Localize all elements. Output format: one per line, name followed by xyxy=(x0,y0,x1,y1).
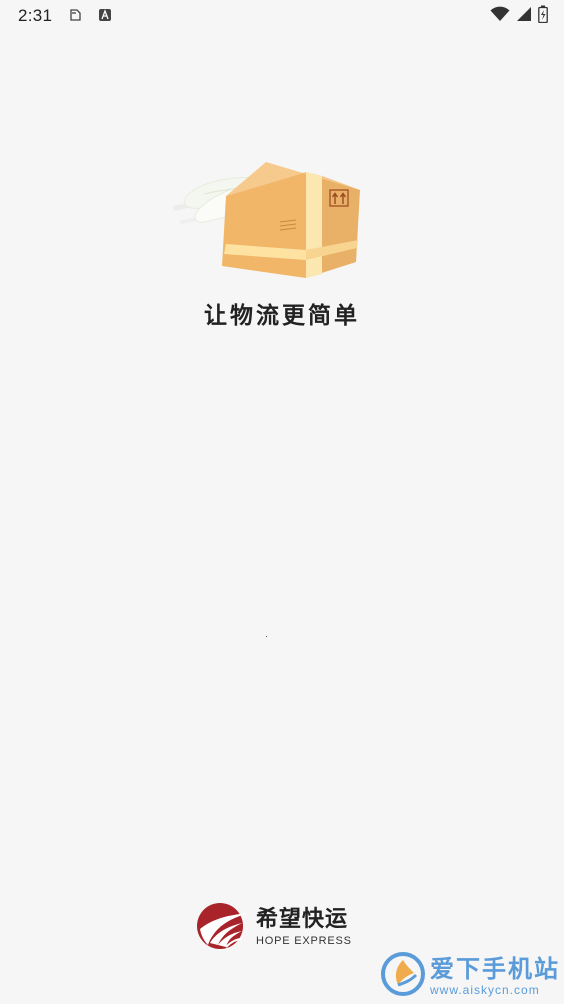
watermark-text: 爱下手机站 www.aiskycn.com xyxy=(430,957,560,996)
slogan: 让物流更简单 xyxy=(204,303,360,329)
status-bar: 2:31 xyxy=(0,0,564,32)
brand-name-en: HOPE EXPRESS xyxy=(256,935,352,947)
status-right xyxy=(490,5,564,27)
watermark: 爱下手机站 www.aiskycn.com xyxy=(380,952,560,1000)
brand-text: 希望快运 HOPE EXPRESS xyxy=(256,909,352,947)
signal-icon xyxy=(516,6,532,26)
status-time: 2:31 xyxy=(18,6,53,25)
brand-logo: 希望快运 HOPE EXPRESS xyxy=(196,902,352,954)
watermark-logo-icon xyxy=(380,951,426,1001)
watermark-url: www.aiskycn.com xyxy=(430,982,540,997)
status-left: 2:31 xyxy=(0,6,112,26)
hope-express-emblem-icon xyxy=(196,899,250,957)
battery-icon xyxy=(538,5,548,27)
loading-dot xyxy=(266,636,267,637)
sd-card-icon xyxy=(68,7,82,26)
watermark-name: 爱下手机站 xyxy=(430,954,560,983)
text-a-icon xyxy=(98,7,112,26)
brand-name-cn: 希望快运 xyxy=(256,907,349,932)
splash-hero: 让物流更简单 xyxy=(0,140,564,340)
wifi-icon xyxy=(490,6,510,26)
winged-package-icon xyxy=(172,150,368,294)
